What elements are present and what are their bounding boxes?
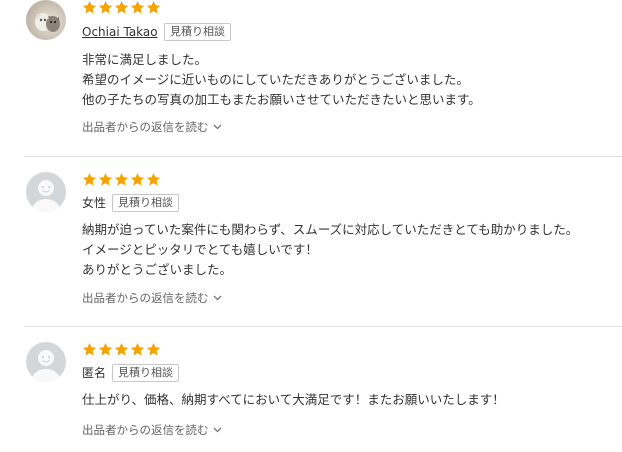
star-icon xyxy=(98,0,113,14)
read-seller-reply-link[interactable]: 出品者からの返信を読む xyxy=(82,422,222,438)
default-user-avatar-icon xyxy=(32,180,60,212)
review-item: 匿名 見積り相談 仕上がり、価格、納期すべてにおいて大満足です！またお願いいたし… xyxy=(0,327,622,452)
review-body: 非常に満足しました。 希望のイメージに近いものにしていただきありがとうございまし… xyxy=(82,52,481,107)
review-body: 納期が迫っていた案件にも関わらず、スムーズに対応していただきとても助かりました。… xyxy=(82,222,579,277)
reviewer-name-link[interactable]: Ochiai Takao xyxy=(82,24,158,40)
review-item: 女性 見積り相談 納期が迫っていた案件にも関わらず、スムーズに対応していただきと… xyxy=(0,157,622,326)
star-icon xyxy=(114,342,129,356)
star-icon xyxy=(82,172,97,186)
service-tag: 見積り相談 xyxy=(112,364,179,382)
star-icon xyxy=(130,0,145,14)
star-icon xyxy=(82,0,97,14)
rating-stars xyxy=(82,172,161,188)
service-tag: 見積り相談 xyxy=(112,194,179,212)
cat-photo-icon xyxy=(35,13,60,32)
rating-stars xyxy=(82,342,161,358)
star-icon xyxy=(98,172,113,186)
reply-link-label: 出品者からの返信を読む xyxy=(82,423,209,437)
chevron-down-icon xyxy=(213,124,221,130)
star-icon xyxy=(146,342,161,356)
star-icon xyxy=(130,172,145,186)
star-icon xyxy=(98,342,113,356)
star-icon xyxy=(114,172,129,186)
star-icon xyxy=(146,0,161,14)
reviewer-name: 女性 xyxy=(82,196,107,210)
reply-link-label: 出品者からの返信を読む xyxy=(82,291,209,305)
reviewer-avatar[interactable] xyxy=(26,172,66,212)
star-icon xyxy=(146,172,161,186)
service-tag: 見積り相談 xyxy=(164,23,231,41)
chevron-down-icon xyxy=(213,295,221,301)
read-seller-reply-link[interactable]: 出品者からの返信を読む xyxy=(82,119,222,135)
chevron-down-icon xyxy=(213,427,221,433)
star-icon xyxy=(114,0,129,14)
reviewer-avatar[interactable] xyxy=(26,342,66,382)
reply-link-label: 出品者からの返信を読む xyxy=(82,120,209,134)
reviewer-name: 匿名 xyxy=(82,366,107,380)
review-item: Ochiai Takao 見積り相談 非常に満足しました。 希望のイメージに近い… xyxy=(0,0,622,156)
rating-stars xyxy=(82,0,161,16)
star-icon xyxy=(82,342,97,356)
read-seller-reply-link[interactable]: 出品者からの返信を読む xyxy=(82,290,222,306)
star-icon xyxy=(130,342,145,356)
default-user-avatar-icon xyxy=(32,350,60,382)
reviewer-avatar[interactable] xyxy=(26,0,66,40)
review-body: 仕上がり、価格、納期すべてにおいて大満足です！またお願いいたします！ xyxy=(82,392,505,407)
